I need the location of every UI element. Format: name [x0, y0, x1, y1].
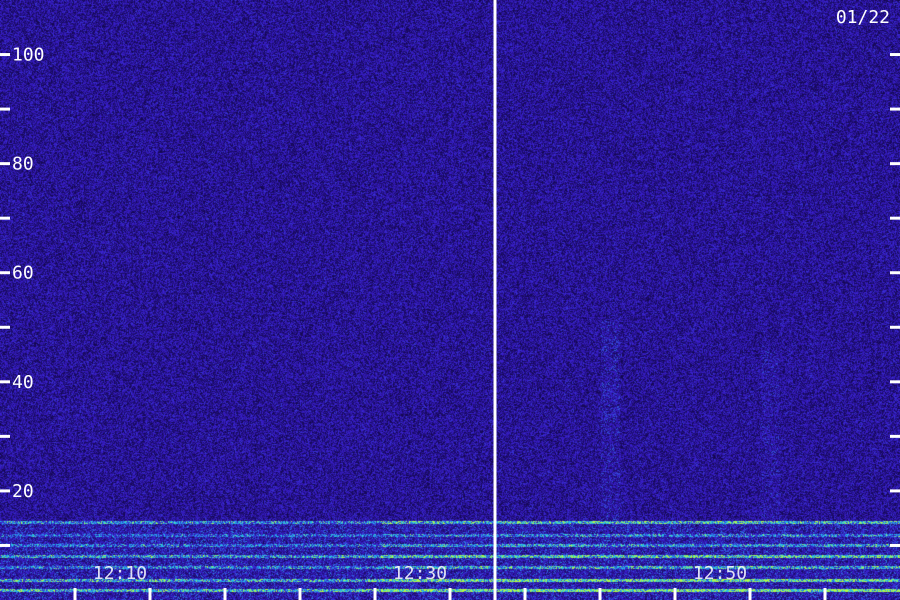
y-tick-label: 100 [12, 45, 45, 66]
y-tick-label: 80 [12, 154, 34, 175]
spectrogram: 100 80 60 40 20 12:10 12:30 12:50 01/22 [0, 0, 900, 600]
x-tick-label: 12:50 [693, 563, 747, 584]
spectrogram-overlay: 100 80 60 40 20 12:10 12:30 12:50 01/22 [0, 0, 900, 600]
x-axis: 12:10 12:30 12:50 [73, 563, 827, 600]
date-label: 01/22 [836, 7, 890, 28]
y-axis: 100 80 60 40 20 [0, 45, 900, 547]
y-tick-label: 20 [12, 481, 34, 502]
x-tick-label: 12:30 [393, 563, 447, 584]
y-tick-label: 60 [12, 263, 34, 284]
x-tick-label: 12:10 [93, 563, 147, 584]
y-tick-label: 40 [12, 372, 34, 393]
